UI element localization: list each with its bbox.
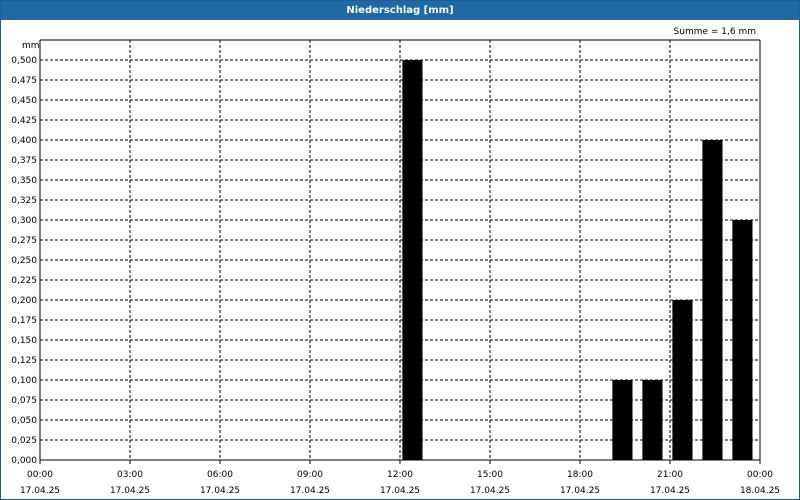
x-tick-time: 15:00 <box>477 470 503 480</box>
y-axis-unit: mm <box>22 41 40 51</box>
y-tick-label: 0,200 <box>11 296 37 306</box>
x-tick-date: 17.04.25 <box>650 486 690 496</box>
y-tick-label: 0,375 <box>11 156 37 166</box>
bar <box>642 380 663 460</box>
x-tick-date: 17.04.25 <box>20 486 60 496</box>
x-tick-date: 18.04.25 <box>740 486 780 496</box>
x-tick-time: 00:00 <box>27 470 53 480</box>
x-tick-date: 17.04.25 <box>290 486 330 496</box>
bar <box>732 220 753 460</box>
y-tick-label: 0,325 <box>11 196 37 206</box>
y-tick-label: 0,175 <box>11 316 37 326</box>
x-tick-time: 00:00 <box>747 470 773 480</box>
y-tick-label: 0,250 <box>11 256 37 266</box>
y-tick-label: 0,275 <box>11 236 37 246</box>
y-tick-label: 0,400 <box>11 136 37 146</box>
y-tick-label: 0,100 <box>11 376 37 386</box>
x-tick-time: 18:00 <box>567 470 593 480</box>
x-tick-time: 12:00 <box>387 470 413 480</box>
bar <box>702 140 723 460</box>
y-tick-label: 0,300 <box>11 216 37 226</box>
y-tick-label: 0,050 <box>11 416 37 426</box>
x-tick-time: 09:00 <box>297 470 323 480</box>
y-tick-label: 0,000 <box>11 456 37 466</box>
y-tick-label: 0,225 <box>11 276 37 286</box>
x-tick-date: 17.04.25 <box>110 486 150 496</box>
x-tick-date: 17.04.25 <box>470 486 510 496</box>
y-tick-label: 0,025 <box>11 436 37 446</box>
y-tick-label: 0,475 <box>11 76 37 86</box>
x-tick-date: 17.04.25 <box>560 486 600 496</box>
bar <box>612 380 633 460</box>
y-tick-label: 0,450 <box>11 96 37 106</box>
precipitation-chart: 0,000 0,025 0,050 0,075 0,100 0,125 0,150 0,175… <box>11 27 780 496</box>
x-tick-time: 06:00 <box>207 470 233 480</box>
y-tick-label: 0,500 <box>11 56 37 66</box>
x-tick-date: 17.04.25 <box>200 486 240 496</box>
sum-annotation: Summe = 1,6 mm <box>674 27 756 37</box>
x-tick-time: 03:00 <box>117 470 143 480</box>
x-tick-time: 21:00 <box>657 470 683 480</box>
x-tick-date: 17.04.25 <box>380 486 420 496</box>
y-tick-label: 0,350 <box>11 176 37 186</box>
y-tick-label: 0,075 <box>11 396 37 406</box>
y-tick-label: 0,425 <box>11 116 37 126</box>
y-tick-label: 0,150 <box>11 336 37 346</box>
y-tick-label: 0,125 <box>11 356 37 366</box>
bar <box>672 300 693 460</box>
bar <box>402 60 423 460</box>
